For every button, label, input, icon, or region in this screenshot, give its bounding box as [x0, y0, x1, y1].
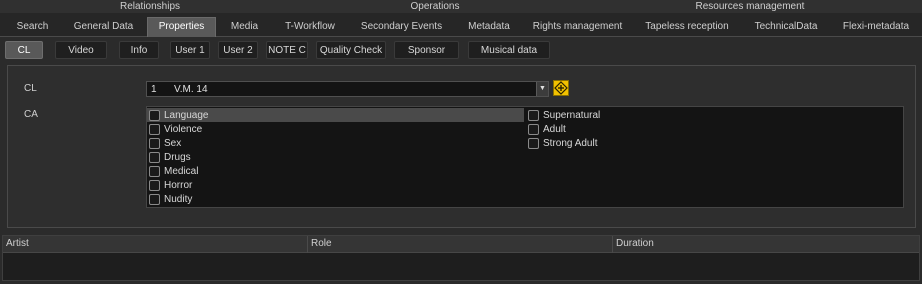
checkbox[interactable] [149, 179, 160, 191]
subtab-video[interactable]: Video [55, 41, 107, 59]
ca-item-label: Violence [164, 123, 203, 135]
subtab-info[interactable]: Info [119, 41, 159, 59]
grid-header: Artist Role Duration [3, 236, 919, 253]
group-relationships: Relationships [119, 1, 181, 12]
tab-rights-management[interactable]: Rights management [525, 18, 630, 36]
ca-item-label: Language [164, 109, 209, 121]
tab-general-data[interactable]: General Data [65, 18, 142, 36]
sub-tab-bar: CL Video Info User 1 User 2 NOTE C Quali… [0, 38, 922, 62]
tab-tapeless-reception[interactable]: Tapeless reception [637, 18, 737, 36]
ca-item-drugs[interactable]: Drugs [147, 150, 191, 164]
ca-item-label: Adult [543, 123, 566, 135]
checkbox[interactable] [149, 123, 160, 135]
tab-t-workflow[interactable]: T-Workflow [275, 18, 345, 36]
cl-dropdown-number: 1 [151, 84, 157, 95]
ca-item-label: Sex [164, 137, 182, 149]
checkbox[interactable] [149, 137, 160, 149]
ca-item-label: Medical [164, 165, 199, 177]
checkbox[interactable] [149, 165, 160, 177]
checkbox[interactable] [149, 109, 160, 121]
column-header-role[interactable]: Role [308, 236, 613, 253]
ca-item-nudity[interactable]: Nudity [147, 192, 192, 206]
tab-search[interactable]: Search [10, 18, 55, 36]
ca-item-medical[interactable]: Medical [147, 164, 198, 178]
subtab-user-2[interactable]: User 2 [218, 41, 258, 59]
artist-grid: Artist Role Duration [2, 235, 920, 281]
ca-item-label: Drugs [164, 151, 191, 163]
ca-label: CA [24, 109, 38, 120]
checkbox[interactable] [528, 109, 539, 121]
cl-properties-panel: CL 1 V.M. 14 ▼ CA Language Violence Sex … [7, 65, 916, 228]
tab-media[interactable]: Media [222, 18, 267, 36]
dropdown-arrow-icon[interactable]: ▼ [536, 82, 548, 96]
tab-technicaldata[interactable]: TechnicalData [745, 18, 827, 36]
tab-properties[interactable]: Properties [147, 17, 216, 37]
cl-label: CL [24, 83, 37, 94]
tab-flexi-metadata[interactable]: Flexi-metadata [833, 18, 919, 36]
subtab-note-c[interactable]: NOTE C [266, 41, 308, 59]
ca-checkbox-list: Language Violence Sex Drugs Medical Horr… [146, 106, 904, 208]
subtab-cl[interactable]: CL [5, 41, 43, 59]
checkbox[interactable] [149, 151, 160, 163]
ca-item-label: Nudity [164, 193, 193, 205]
subtab-user-1[interactable]: User 1 [170, 41, 210, 59]
group-header-row: Relationships Operations Resources manag… [0, 0, 922, 13]
cl-dropdown-value: V.M. 14 [174, 84, 208, 95]
tab-metadata[interactable]: Metadata [460, 18, 518, 36]
ca-item-sex[interactable]: Sex [147, 136, 181, 150]
main-tab-bar: Search General Data Properties Media T-W… [0, 13, 922, 37]
ca-item-horror[interactable]: Horror [147, 178, 192, 192]
subtab-musical-data[interactable]: Musical data [468, 41, 550, 59]
ca-item-label: Strong Adult [543, 137, 598, 149]
group-resources-management: Resources management [695, 1, 805, 12]
checkbox[interactable] [528, 123, 539, 135]
tab-secondary-events[interactable]: Secondary Events [350, 18, 453, 36]
ca-item-label: Horror [164, 179, 193, 191]
ca-item-language[interactable]: Language [147, 108, 524, 122]
ca-item-adult[interactable]: Adult [526, 122, 566, 136]
ca-item-violence[interactable]: Violence [147, 122, 202, 136]
checkbox[interactable] [149, 193, 160, 205]
cl-dropdown[interactable]: 1 V.M. 14 ▼ [146, 81, 549, 97]
warning-diamond-icon[interactable] [553, 80, 569, 96]
ca-item-label: Supernatural [543, 109, 601, 121]
column-header-artist[interactable]: Artist [3, 236, 308, 253]
subtab-quality-check[interactable]: Quality Check [316, 41, 386, 59]
ca-item-supernatural[interactable]: Supernatural [526, 108, 600, 122]
ca-item-strong-adult[interactable]: Strong Adult [526, 136, 597, 150]
group-operations: Operations [410, 1, 460, 12]
subtab-sponsor[interactable]: Sponsor [394, 41, 459, 59]
column-header-duration[interactable]: Duration [613, 236, 919, 253]
checkbox[interactable] [528, 137, 539, 149]
